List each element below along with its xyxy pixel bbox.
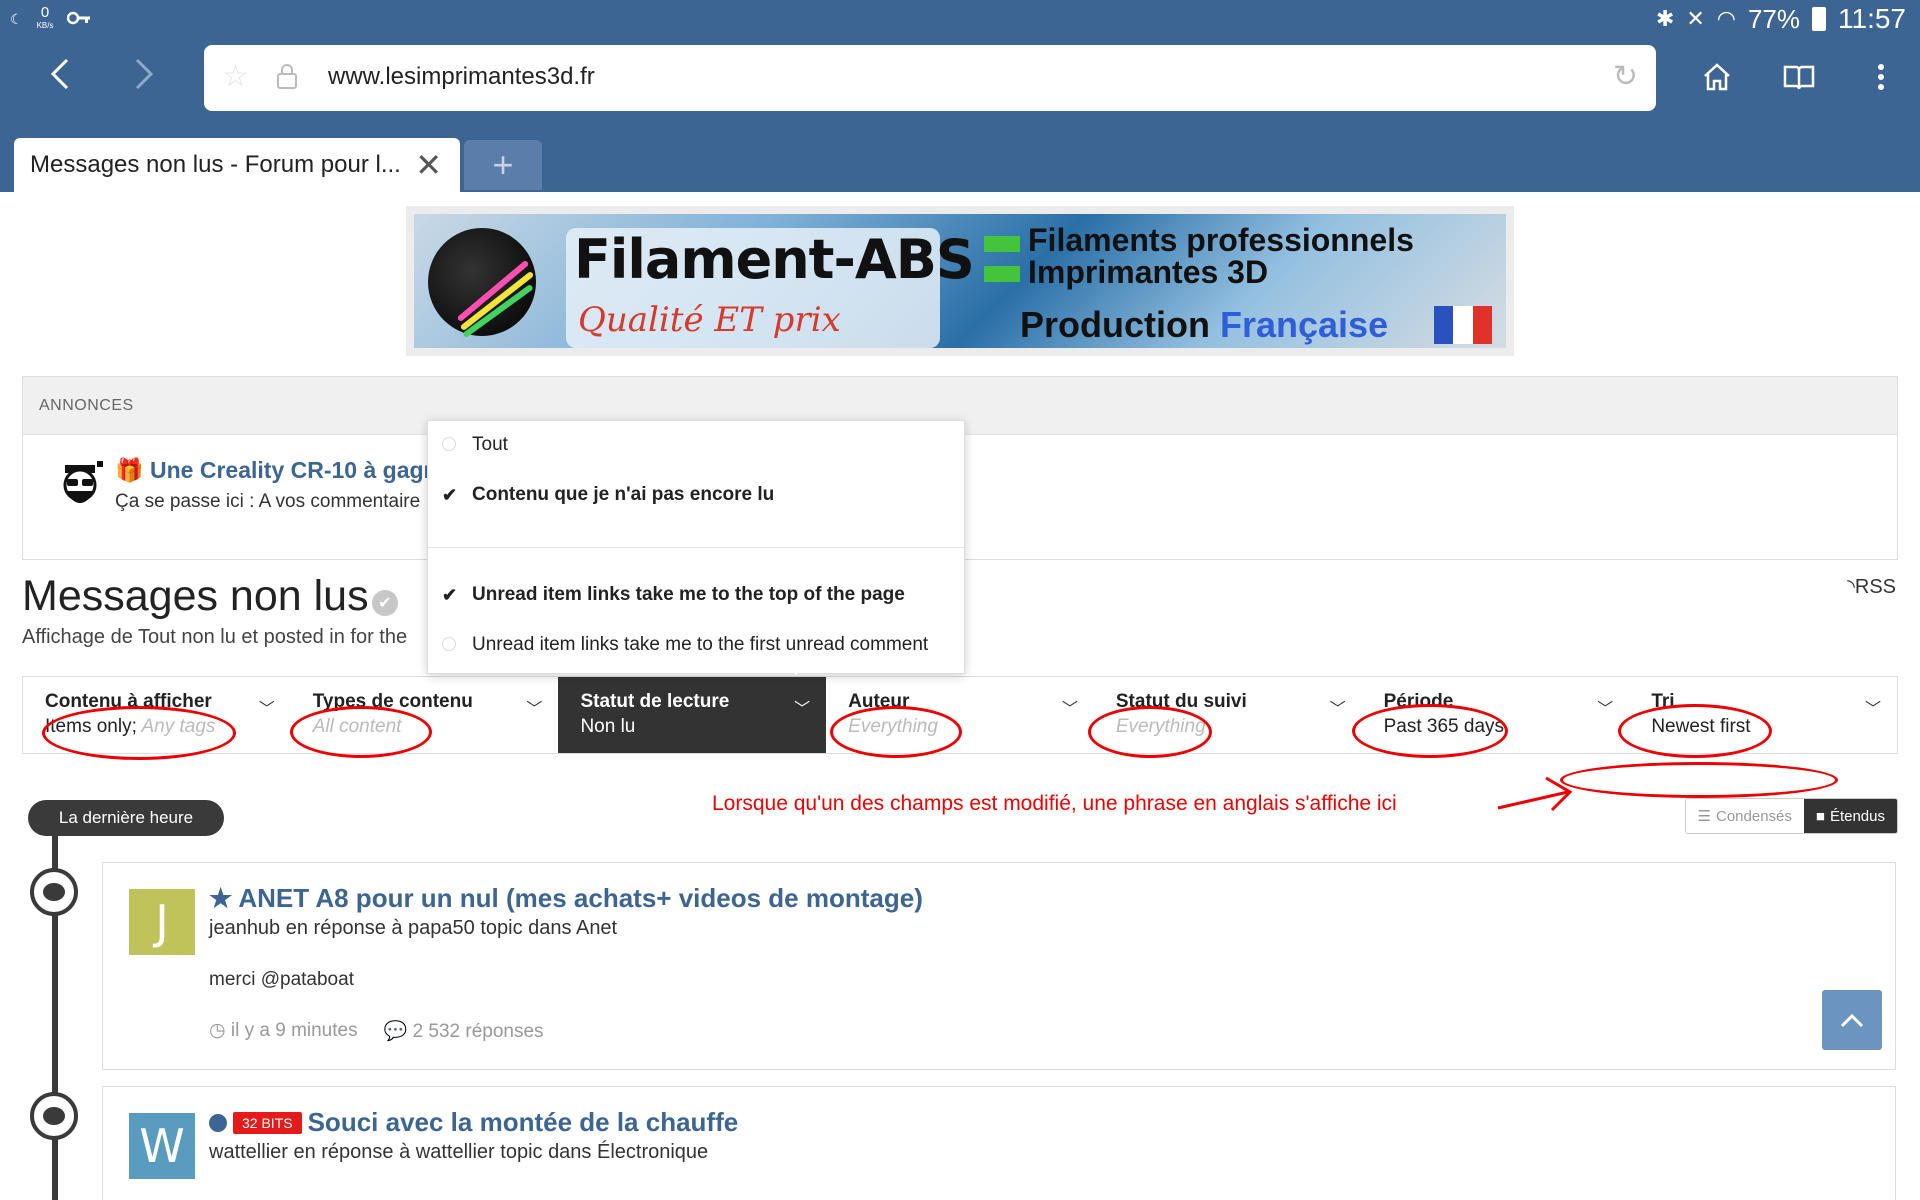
menu-divider bbox=[428, 547, 964, 548]
stream-item-meta: jeanhub en réponse à papa50 topic dans A… bbox=[209, 917, 618, 939]
back-icon[interactable] bbox=[36, 50, 84, 98]
annotation-ellipse bbox=[1560, 762, 1838, 798]
announcement-title[interactable]: 🎁 Une Creality CR-10 à gagr bbox=[115, 457, 433, 484]
view-toggle: ☰ Condensés ■ Étendus bbox=[1684, 798, 1898, 834]
annotation-note: Lorsque qu'un des champs est modifié, un… bbox=[712, 792, 1397, 815]
night-mode-icon: ☾ bbox=[10, 10, 23, 27]
banner-tagline: Qualité ET prix bbox=[578, 300, 841, 340]
mute-icon: ✕ bbox=[1686, 6, 1705, 31]
annotation-ellipse bbox=[830, 706, 962, 758]
unread-dot-icon bbox=[209, 1113, 227, 1132]
tab-title: Messages non lus - Forum pour l... bbox=[30, 151, 401, 178]
stream-item-title[interactable]: ★ ANET A8 pour un nul (mes achats+ videos… bbox=[209, 883, 923, 914]
bluetooth-icon: ✱ bbox=[1655, 6, 1675, 31]
annotation-ellipse bbox=[290, 706, 432, 758]
reload-icon[interactable]: ↻ bbox=[1613, 59, 1638, 94]
stream-item: J ★ ANET A8 pour un nul (mes achats+ vide… bbox=[102, 862, 1896, 1070]
stream-item-title[interactable]: 32 BITS Souci avec la montée de la chauf… bbox=[209, 1107, 738, 1138]
menu-item-link-unread[interactable]: Unread item links take me to the first u… bbox=[428, 621, 964, 669]
avatar[interactable]: J bbox=[129, 889, 195, 955]
battery-icon bbox=[1812, 7, 1826, 31]
lock-icon bbox=[276, 63, 298, 89]
comment-icon: 💬 bbox=[383, 1021, 408, 1042]
announcement-subtitle: Ça se passe ici : A vos commentaire bbox=[115, 491, 421, 512]
stream-item-footer: ◷ il y a 9 minutes 💬 2 532 réponses bbox=[209, 1020, 544, 1042]
checkmark-icon: ✔ bbox=[442, 484, 458, 505]
annotation-arrow-icon bbox=[1497, 776, 1573, 812]
arrow-icon bbox=[984, 236, 1020, 252]
close-tab-icon[interactable]: ✕ bbox=[415, 146, 442, 184]
banner-brand: Filament-ABS bbox=[574, 228, 975, 291]
radio-icon bbox=[442, 436, 456, 451]
check-icon[interactable]: ✔ bbox=[372, 590, 398, 616]
banner-line2: Imprimantes 3D bbox=[1028, 254, 1269, 290]
stream-item-snippet: merci @pataboat bbox=[209, 969, 354, 990]
tab-strip: Messages non lus - Forum pour l... ✕ + bbox=[0, 116, 1920, 192]
view-expanded-button[interactable]: ■ Étendus bbox=[1803, 799, 1897, 833]
ad-banner[interactable]: Filament-ABS Qualité ET prix Filaments p… bbox=[406, 206, 1514, 356]
stream-item: W 32 BITS Souci avec la montée de la cha… bbox=[102, 1086, 1896, 1200]
chevron-down-icon: ﹀ bbox=[526, 701, 543, 718]
network-speed: 0 KB/s bbox=[36, 4, 54, 30]
battery-percent: 77% bbox=[1747, 3, 1800, 34]
browser-toolbar: ☆ www.lesimprimantes3d.fr ↻ bbox=[0, 38, 1920, 116]
stream-item-meta: wattellier en réponse à wattellier topic… bbox=[209, 1141, 709, 1163]
comment-bubble-icon bbox=[30, 1092, 78, 1140]
page-subtitle: Affichage de Tout non lu et posted in fo… bbox=[22, 626, 408, 648]
address-bar[interactable]: ☆ www.lesimprimantes3d.fr ↻ bbox=[204, 45, 1656, 111]
status-bar: ☾ 0 KB/s ✱ ✕ ◠ 77% 11:57 bbox=[0, 0, 1920, 38]
scroll-to-top-button[interactable] bbox=[1822, 990, 1882, 1050]
square-icon: ■ bbox=[1815, 807, 1825, 825]
menu-item-unread[interactable]: ✔ Contenu que je n'ai pas encore lu bbox=[428, 471, 964, 519]
list-icon: ☰ bbox=[1697, 808, 1711, 825]
clock-icon: ◷ bbox=[209, 1020, 226, 1041]
new-tab-button[interactable]: + bbox=[464, 140, 542, 190]
chevron-down-icon: ﹀ bbox=[1597, 701, 1614, 718]
avatar[interactable]: W bbox=[129, 1113, 195, 1179]
comment-bubble-icon bbox=[30, 868, 78, 916]
view-condensed-button[interactable]: ☰ Condensés bbox=[1685, 799, 1804, 833]
annotation-ellipse bbox=[42, 706, 236, 760]
arrow-icon bbox=[984, 266, 1020, 282]
menu-item-all[interactable]: Tout bbox=[428, 421, 964, 469]
annotation-ellipse bbox=[1352, 704, 1508, 758]
checkmark-icon: ✔ bbox=[442, 584, 458, 605]
forward-icon[interactable] bbox=[120, 50, 168, 98]
wifi-icon: ◠ bbox=[1716, 6, 1736, 31]
chevron-down-icon: ﹀ bbox=[258, 701, 275, 718]
read-status-menu: Tout ✔ Contenu que je n'ai pas encore lu… bbox=[427, 420, 965, 674]
filter-read-status[interactable]: Statut de lecture Non lu ﹀ bbox=[558, 677, 827, 753]
home-icon[interactable] bbox=[1692, 52, 1742, 102]
time-group-label: La dernière heure bbox=[28, 800, 224, 836]
bookmark-star-icon[interactable]: ☆ bbox=[222, 59, 249, 94]
clock: 11:57 bbox=[1838, 3, 1906, 34]
rss-icon: ◝ bbox=[1847, 576, 1855, 598]
chevron-down-icon: ﹀ bbox=[794, 701, 811, 718]
chevron-down-icon: ﹀ bbox=[1061, 701, 1078, 718]
annotation-ellipse bbox=[1618, 704, 1772, 758]
url-text[interactable]: www.lesimprimantes3d.fr bbox=[328, 63, 595, 91]
star-icon: ★ bbox=[209, 883, 233, 913]
french-flag-icon bbox=[1434, 306, 1492, 344]
bookmarks-icon[interactable] bbox=[1774, 52, 1824, 102]
radio-icon bbox=[442, 636, 456, 651]
annotation-ellipse bbox=[1088, 706, 1212, 758]
menu-item-link-top[interactable]: ✔ Unread item links take me to the top o… bbox=[428, 571, 964, 619]
key-icon bbox=[67, 11, 91, 28]
prefix-badge[interactable]: 32 BITS bbox=[233, 1111, 302, 1134]
chevron-down-icon: ﹀ bbox=[1329, 701, 1346, 718]
announcement-avatar[interactable] bbox=[53, 457, 107, 513]
page-title: Messages non lus bbox=[22, 572, 369, 620]
banner-production: Production Française bbox=[1020, 304, 1389, 345]
menu-pointer bbox=[784, 663, 808, 675]
chevron-down-icon: ﹀ bbox=[1865, 701, 1882, 718]
browser-tab[interactable]: Messages non lus - Forum pour l... ✕ bbox=[14, 138, 460, 192]
rss-link[interactable]: ◝RSS bbox=[1847, 574, 1896, 599]
menu-icon[interactable] bbox=[1856, 52, 1906, 102]
banner-logo-icon bbox=[428, 228, 536, 339]
